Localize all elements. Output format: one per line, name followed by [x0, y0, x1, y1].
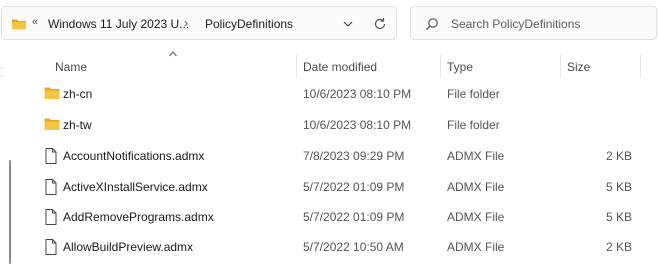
document-icon [44, 148, 58, 167]
folder-icon [44, 117, 60, 134]
file-date: 5/7/2022 01:09 PM [303, 210, 405, 224]
document-icon [44, 179, 58, 198]
file-date: 5/7/2022 10:50 AM [303, 240, 404, 254]
file-type: ADMX File [447, 240, 505, 254]
column-divider[interactable] [440, 54, 441, 78]
file-size: 5 KB [605, 210, 632, 224]
column-divider[interactable] [560, 54, 561, 78]
list-item[interactable]: AllowBuildPreview.admx 5/7/2022 10:50 AM… [0, 232, 658, 262]
file-name: zh-tw [63, 118, 92, 132]
column-divider[interactable] [296, 54, 297, 78]
search-box[interactable]: Search PolicyDefinitions [410, 6, 657, 40]
breadcrumb-overflow-icon[interactable]: « [32, 16, 38, 28]
breadcrumb-separator-icon[interactable]: › [184, 16, 188, 30]
document-icon [44, 239, 58, 258]
folder-icon [11, 17, 27, 34]
file-size: 2 KB [605, 149, 632, 163]
breadcrumb-item-current[interactable]: PolicyDefinitions [205, 17, 293, 31]
file-size: 5 KB [605, 180, 632, 194]
column-header-size[interactable]: Size [567, 60, 590, 74]
file-date: 7/8/2023 09:29 PM [303, 149, 405, 163]
file-name: AccountNotifications.admx [63, 149, 205, 163]
file-date: 10/6/2023 08:10 PM [303, 118, 412, 132]
breadcrumb-item-parent[interactable]: Windows 11 July 2023 U... [48, 17, 189, 31]
file-name: AddRemovePrograms.admx [63, 210, 214, 224]
search-input[interactable]: Search PolicyDefinitions [451, 17, 580, 31]
address-dropdown-button[interactable] [339, 15, 357, 33]
column-header-date[interactable]: Date modified [303, 60, 377, 74]
list-item[interactable]: ActiveXInstallService.admx 5/7/2022 01:0… [0, 172, 658, 202]
file-type: File folder [447, 87, 500, 101]
file-type: ADMX File [447, 210, 505, 224]
search-icon [425, 17, 439, 34]
file-explorer-window: « Windows 11 July 2023 U... › PolicyDefi… [0, 0, 658, 266]
column-divider[interactable] [640, 54, 641, 78]
chevron-down-icon [343, 21, 353, 27]
list-item[interactable]: zh-tw 10/6/2023 08:10 PM File folder [0, 110, 658, 140]
address-bar[interactable]: « Windows 11 July 2023 U... › PolicyDefi… [1, 6, 397, 40]
document-icon [44, 209, 58, 228]
file-date: 10/6/2023 08:10 PM [303, 87, 412, 101]
file-type: ADMX File [447, 180, 505, 194]
file-size: 2 KB [605, 240, 632, 254]
file-type: File folder [447, 118, 500, 132]
file-type: ADMX File [447, 149, 505, 163]
file-name: ActiveXInstallService.admx [63, 180, 208, 194]
sort-ascending-icon [168, 50, 178, 61]
refresh-button[interactable] [371, 15, 389, 33]
file-name: zh-cn [63, 87, 93, 101]
column-header-type[interactable]: Type [447, 60, 473, 74]
file-name: AllowBuildPreview.admx [63, 240, 194, 254]
list-item[interactable]: AddRemovePrograms.admx 5/7/2022 01:09 PM… [0, 202, 658, 232]
list-item[interactable]: zh-cn 10/6/2023 08:10 PM File folder [0, 79, 658, 109]
refresh-icon [374, 18, 386, 30]
column-header-name[interactable]: Name [55, 60, 87, 74]
list-item[interactable]: AccountNotifications.admx 7/8/2023 09:29… [0, 141, 658, 171]
folder-icon [44, 86, 60, 103]
file-date: 5/7/2022 01:09 PM [303, 180, 405, 194]
